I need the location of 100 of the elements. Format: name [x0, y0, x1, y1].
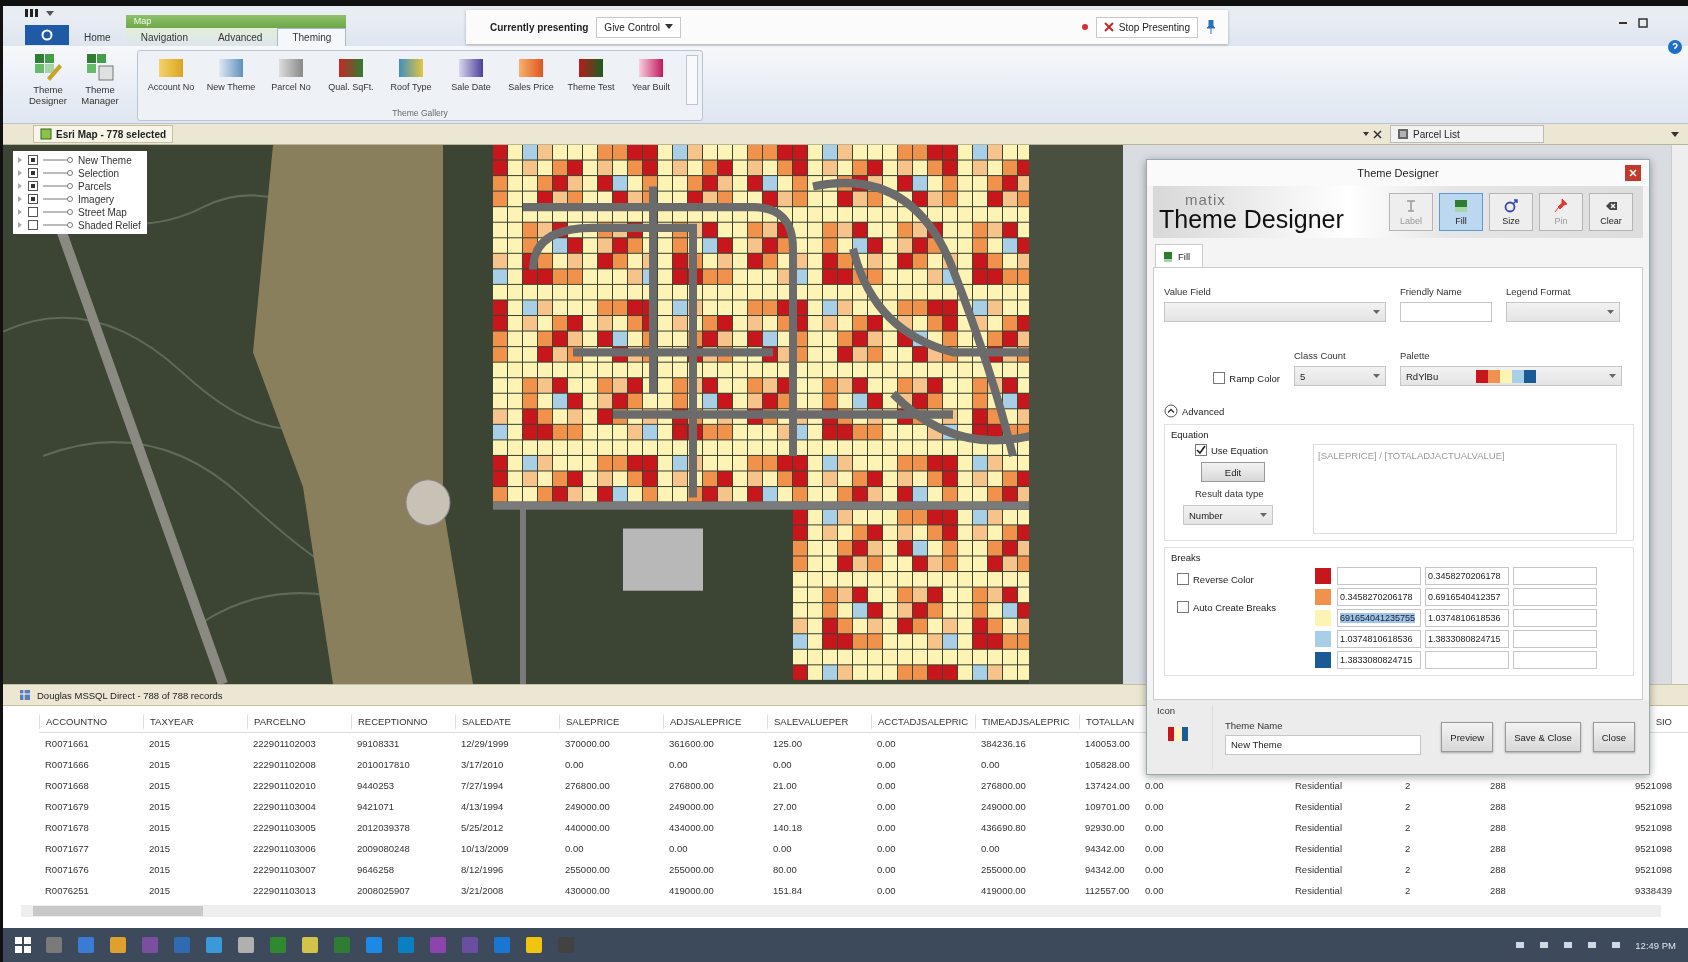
layer-checkbox[interactable]: [28, 220, 38, 230]
column-header[interactable]: TOTALLAN: [1079, 715, 1139, 729]
taskbar-app-icon[interactable]: [525, 936, 543, 954]
ribbon-button[interactable]: Theme Manager: [77, 50, 123, 121]
ribbon-tab[interactable]: Navigation: [125, 28, 203, 46]
input-field[interactable]: [1513, 651, 1597, 669]
column-header[interactable]: TIMEADJSALEPRIC: [975, 715, 1079, 729]
close-button[interactable]: [1625, 165, 1641, 181]
column-header[interactable]: SALEPRICE: [559, 715, 663, 729]
layer-checkbox[interactable]: [28, 194, 38, 204]
table-cell-text: 222901103006: [252, 843, 317, 854]
gallery-item[interactable]: Year Built: [622, 55, 680, 94]
input-field[interactable]: 0.6916540412357: [1425, 588, 1509, 606]
input-field[interactable]: [1513, 567, 1597, 585]
pin-close-icon[interactable]: [1362, 129, 1384, 139]
taskbar-app-icon[interactable]: [237, 936, 255, 954]
input-field[interactable]: 1.0374810618536: [1337, 630, 1421, 648]
column-header[interactable]: RECEPTIONNO: [351, 715, 455, 729]
gallery-item[interactable]: Sales Price: [502, 55, 560, 94]
input-field[interactable]: [1400, 302, 1492, 322]
taskbar-app-icon[interactable]: [109, 936, 127, 954]
gallery-item[interactable]: Parcel No: [262, 55, 320, 94]
taskbar-app-icon[interactable]: [301, 936, 319, 954]
column-header[interactable]: TAXYEAR: [143, 715, 247, 729]
input-field[interactable]: [1513, 588, 1597, 606]
restore-icon[interactable]: [1638, 18, 1648, 28]
input-field[interactable]: 1.0374810618536: [1425, 609, 1509, 627]
column-header[interactable]: ACCOUNTNO: [39, 715, 143, 729]
dropdown-arrow-icon[interactable]: [1670, 129, 1680, 139]
ribbon-button[interactable]: Theme Designer: [25, 50, 71, 121]
checkbox[interactable]: Auto Create Breaks: [1177, 601, 1297, 613]
gallery-item[interactable]: Sale Date: [442, 55, 500, 94]
expander-toggle[interactable]: Advanced: [1164, 404, 1244, 418]
tray-icon[interactable]: [1515, 940, 1526, 950]
table-cell-text: Residential: [1294, 780, 1343, 791]
layer-checkbox[interactable]: [28, 207, 38, 217]
theme-icon[interactable]: [1167, 726, 1191, 742]
taskbar-app-icon[interactable]: [365, 936, 383, 954]
column-header[interactable]: ADJSALEPRICE: [663, 715, 767, 729]
layer-checkbox[interactable]: [28, 181, 38, 191]
input-field[interactable]: [1425, 651, 1509, 669]
gallery-item[interactable]: Theme Test: [562, 55, 620, 94]
toolbar-button[interactable]: Size: [1489, 193, 1533, 231]
clock[interactable]: 12:49 PM: [1635, 939, 1676, 951]
dialog-button[interactable]: Preview: [1441, 722, 1494, 752]
column-header[interactable]: SALEVALUEPER: [767, 715, 871, 729]
ribbon-tab[interactable]: Theming: [277, 28, 347, 46]
gallery-item[interactable]: Roof Type: [382, 55, 440, 94]
document-tab[interactable]: Parcel List: [1390, 125, 1544, 143]
document-tab[interactable]: Esri Map - 778 selected: [33, 125, 174, 143]
dropdown[interactable]: RdYlBu: [1400, 366, 1622, 386]
pin-icon[interactable]: [1206, 20, 1216, 34]
column-header[interactable]: PARCELNO: [247, 715, 351, 729]
dropdown[interactable]: [1506, 302, 1620, 322]
dropdown[interactable]: 5: [1294, 366, 1386, 386]
checkbox[interactable]: Ramp Color: [1213, 372, 1280, 384]
tab[interactable]: Fill: [1155, 244, 1204, 267]
tray-icon[interactable]: [1539, 940, 1550, 950]
column-header[interactable]: SALEDATE: [455, 715, 559, 729]
input-field[interactable]: New Theme: [1225, 734, 1421, 755]
stop-presenting-button[interactable]: Stop Presenting: [1095, 16, 1198, 38]
dropdown[interactable]: Number: [1183, 505, 1273, 525]
input-field[interactable]: 691654041235755: [1337, 609, 1421, 627]
ribbon-tab[interactable]: Advanced: [202, 28, 278, 46]
tray-icon[interactable]: [1563, 940, 1574, 950]
edit-button[interactable]: Edit: [1201, 462, 1265, 482]
dialog-button[interactable]: Save & Close: [1505, 722, 1581, 752]
input-field[interactable]: 0.3458270206178: [1425, 567, 1509, 585]
input-field[interactable]: [1337, 567, 1421, 585]
column-header[interactable]: ACCTADJSALEPRIC: [871, 715, 975, 729]
application-menu-button[interactable]: [25, 25, 69, 45]
dropdown[interactable]: [1164, 302, 1386, 322]
taskbar-app-icon[interactable]: [205, 936, 223, 954]
gallery-item[interactable]: New Theme: [202, 55, 260, 94]
dropdown-arrow-icon[interactable]: [45, 8, 55, 18]
tray-icon[interactable]: [1611, 940, 1622, 950]
windows-logo-icon[interactable]: [15, 937, 31, 953]
input-field[interactable]: [1513, 630, 1597, 648]
gallery-item[interactable]: Account No: [142, 55, 200, 94]
table-cell-text: 361600.00: [668, 738, 715, 749]
scroll-bar[interactable]: [21, 905, 1661, 917]
checkbox[interactable]: Reverse Color: [1177, 573, 1297, 585]
input-field[interactable]: [1513, 609, 1597, 627]
minimize-icon[interactable]: [1618, 20, 1628, 26]
input-field[interactable]: 0.3458270206178: [1337, 588, 1421, 606]
gallery-scroll-buttons[interactable]: [686, 55, 698, 105]
give-control-button[interactable]: Give Control: [596, 16, 681, 38]
tray-icon[interactable]: [1587, 940, 1598, 950]
input-field[interactable]: 1.3833080824715: [1337, 651, 1421, 669]
input-field[interactable]: 1.3833080824715: [1425, 630, 1509, 648]
scroll-bar[interactable]: [1671, 145, 1688, 684]
dialog-button[interactable]: Close: [1592, 722, 1635, 752]
layer-checkbox[interactable]: [28, 155, 38, 165]
layer-checkbox[interactable]: [28, 168, 38, 178]
ribbon-tab[interactable]: Home: [69, 28, 126, 46]
help-icon[interactable]: [1668, 40, 1682, 54]
toolbar-button[interactable]: Clear: [1589, 193, 1633, 231]
toolbar-button[interactable]: Fill: [1439, 193, 1483, 231]
gallery-item[interactable]: Qual. SqFt.: [322, 55, 380, 94]
checkbox[interactable]: Use Equation: [1195, 444, 1295, 456]
